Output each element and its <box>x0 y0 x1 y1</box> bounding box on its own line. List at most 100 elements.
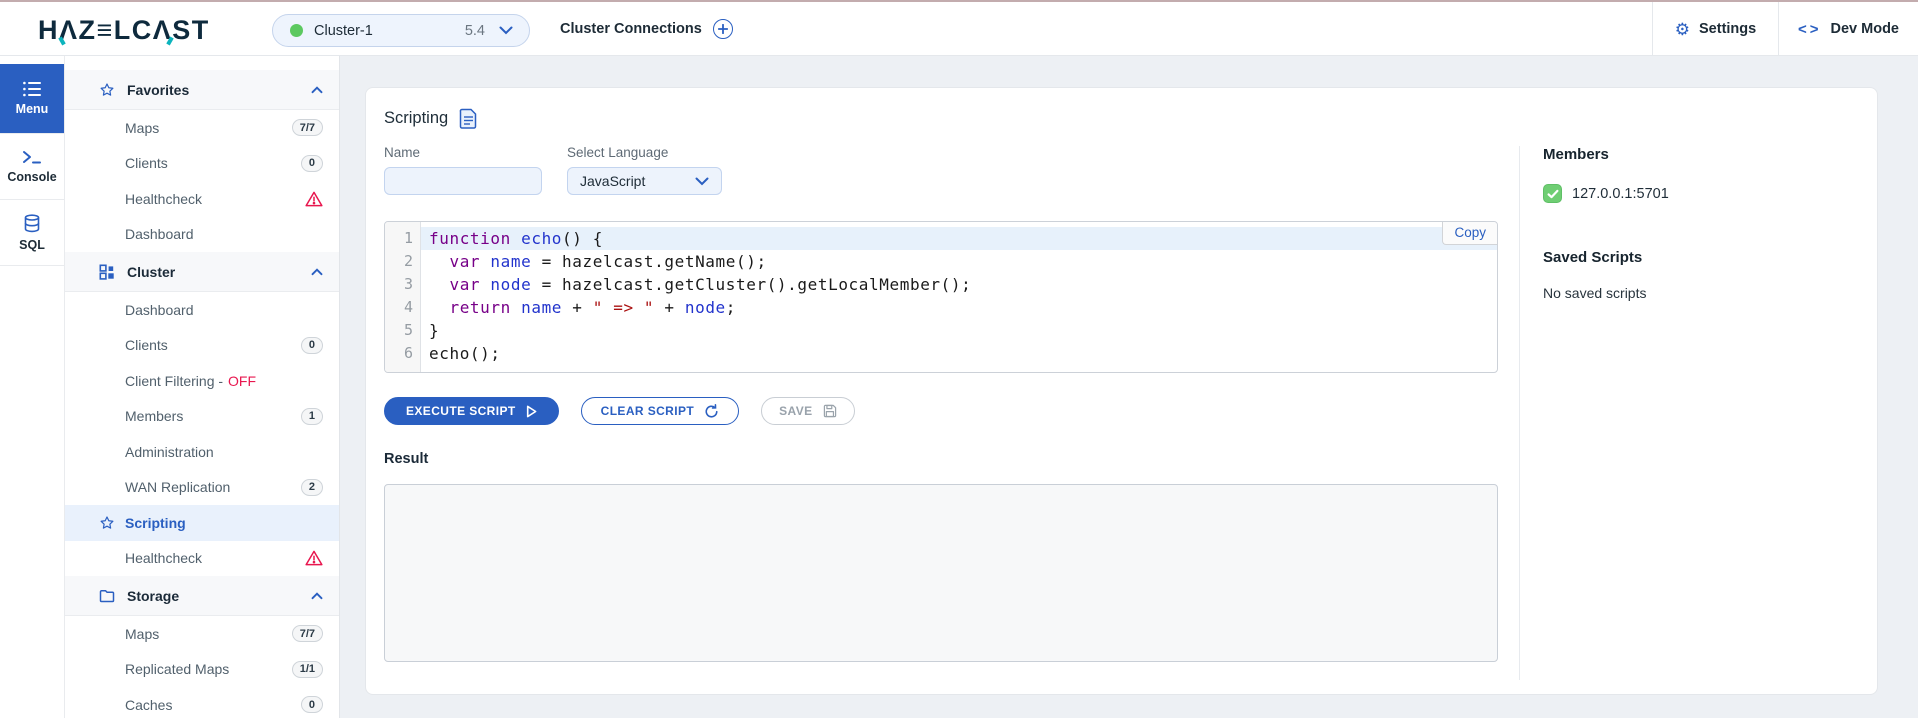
editor-gutter: 123456 <box>385 222 421 372</box>
menu-icon <box>22 81 42 97</box>
sidebar-section-storage[interactable]: Storage <box>65 576 339 616</box>
document-icon <box>459 108 478 129</box>
count-badge: 0 <box>301 696 323 713</box>
sidebar-item-dashboard[interactable]: Dashboard <box>65 292 339 328</box>
result-label: Result <box>384 451 1519 467</box>
sidebar-item-wan-replication[interactable]: WAN Replication2 <box>65 470 339 506</box>
sidebar-item-client-filtering[interactable]: Client Filtering -OFF <box>65 363 339 399</box>
code-line: } <box>421 319 1497 342</box>
sidebar-item-label: Maps <box>125 120 159 136</box>
sidebar-navigation: Favorites Maps 7/7 Clients 0 Healthcheck Dashb… <box>64 56 340 718</box>
clear-script-button[interactable]: CLEAR SCRIPT <box>581 397 739 425</box>
sidebar-item-label: Dashboard <box>125 302 194 318</box>
member-row: 127.0.0.1:5701 <box>1543 184 1877 203</box>
cluster-name: Cluster-1 <box>314 23 373 39</box>
scripting-card: Scripting Name Select Language JavaScrip… <box>365 87 1878 695</box>
sidebar-item-healthcheck[interactable]: Healthcheck <box>65 541 339 577</box>
sidebar-item-maps[interactable]: Maps 7/7 <box>65 616 339 652</box>
rail-item-sql[interactable]: SQL <box>0 200 64 266</box>
execute-script-button[interactable]: EXECUTE SCRIPT <box>384 397 559 425</box>
code-line: return name + " => " + node; <box>421 296 1497 319</box>
section-label: Storage <box>127 588 179 604</box>
add-cluster-connection-button[interactable] <box>713 19 733 39</box>
count-badge: 0 <box>301 155 323 172</box>
left-rail: Menu Console SQL <box>0 56 64 718</box>
sidebar-item-administration[interactable]: Administration <box>65 434 339 470</box>
grid-icon <box>99 264 115 280</box>
cluster-connections: Cluster Connections <box>560 2 733 56</box>
count-badge: 2 <box>301 479 323 496</box>
dev-mode-button[interactable]: <> Dev Mode <box>1778 2 1918 56</box>
line-number: 1 <box>385 227 420 250</box>
language-field-group: Select Language JavaScript <box>567 145 722 195</box>
language-field-label: Select Language <box>567 145 722 160</box>
sidebar-item-label: Healthcheck <box>125 191 202 207</box>
sidebar-item-members[interactable]: Members1 <box>65 399 339 435</box>
scripting-main-column: Scripting Name Select Language JavaScrip… <box>366 88 1519 694</box>
count-badge: 0 <box>301 337 323 354</box>
member-checkbox[interactable] <box>1543 184 1562 203</box>
rail-label: Console <box>7 170 56 184</box>
count-badge: 7/7 <box>292 625 323 642</box>
sidebar-item-caches[interactable]: Caches0 <box>65 687 339 718</box>
database-icon <box>23 214 41 233</box>
gear-icon: ⚙ <box>1675 21 1690 38</box>
count-badge: 1/1 <box>292 661 323 678</box>
sidebar-item-label: Replicated Maps <box>125 661 229 677</box>
copy-button[interactable]: Copy <box>1442 222 1497 245</box>
app-header: HΛZ≡LCΛST Cluster-1 5.4 Cluster Connecti… <box>0 2 1918 56</box>
play-icon <box>526 405 537 418</box>
name-field-label: Name <box>384 145 542 160</box>
chevron-down-icon <box>499 26 513 35</box>
chevron-down-icon <box>695 177 709 186</box>
save-floppy-icon <box>823 404 837 418</box>
sidebar-item-label: Clients <box>125 337 168 353</box>
scripting-side-panel: Members 127.0.0.1:5701 Saved Scripts No … <box>1519 88 1877 694</box>
star-icon <box>99 82 115 98</box>
sidebar-item-label: Administration <box>125 444 214 460</box>
result-output-box <box>384 484 1498 662</box>
script-name-input[interactable] <box>384 167 542 195</box>
sidebar-item-scripting[interactable]: Scripting <box>65 505 339 541</box>
line-number: 4 <box>385 296 420 319</box>
saved-scripts-empty-text: No saved scripts <box>1543 285 1877 301</box>
sidebar-item-replicated-maps[interactable]: Replicated Maps 1/1 <box>65 652 339 688</box>
cluster-selector[interactable]: Cluster-1 5.4 <box>272 14 530 47</box>
code-brackets-icon: <> <box>1798 21 1822 38</box>
sidebar-item-healthcheck[interactable]: Healthcheck <box>65 181 339 217</box>
rail-item-menu[interactable]: Menu <box>0 64 64 134</box>
hazelcast-logo: HΛZ≡LCΛST <box>38 15 210 46</box>
chevron-up-icon <box>311 86 323 94</box>
rail-item-console[interactable]: Console <box>0 134 64 200</box>
sidebar-item-label: Dashboard <box>125 226 194 242</box>
cluster-connections-label: Cluster Connections <box>560 21 702 37</box>
sidebar-section-favorites[interactable]: Favorites <box>65 70 339 110</box>
star-icon <box>99 515 115 531</box>
sidebar-item-label: Maps <box>125 626 159 642</box>
settings-button[interactable]: ⚙ Settings <box>1652 2 1778 56</box>
refresh-icon <box>704 404 719 419</box>
rail-label: SQL <box>19 238 45 252</box>
sidebar-section-cluster[interactable]: Cluster <box>65 252 339 292</box>
sidebar-item-clients[interactable]: Clients 0 <box>65 328 339 364</box>
line-number: 2 <box>385 250 420 273</box>
cluster-status-dot <box>290 24 303 37</box>
chevron-up-icon <box>311 592 323 600</box>
count-badge: 1 <box>301 408 323 425</box>
execute-label: EXECUTE SCRIPT <box>406 404 516 418</box>
save-button[interactable]: SAVE <box>761 397 854 425</box>
page-title: Scripting <box>384 109 448 128</box>
editor-code-area[interactable]: function echo() { var name = hazelcast.g… <box>421 222 1497 372</box>
language-select[interactable]: JavaScript <box>567 167 722 195</box>
sidebar-item-clients[interactable]: Clients0 <box>65 146 339 182</box>
status-off-text: OFF <box>228 373 256 389</box>
rail-label: Menu <box>16 102 49 116</box>
sidebar-item-label: Healthcheck <box>125 550 202 566</box>
sidebar-item-dashboard[interactable]: Dashboard <box>65 217 339 253</box>
cluster-version: 5.4 <box>465 23 485 39</box>
code-line: echo(); <box>421 342 1497 365</box>
sidebar-item-maps[interactable]: Maps7/7 <box>65 110 339 146</box>
member-address: 127.0.0.1:5701 <box>1572 186 1669 202</box>
line-number: 5 <box>385 319 420 342</box>
code-line: var name = hazelcast.getName(); <box>421 250 1497 273</box>
